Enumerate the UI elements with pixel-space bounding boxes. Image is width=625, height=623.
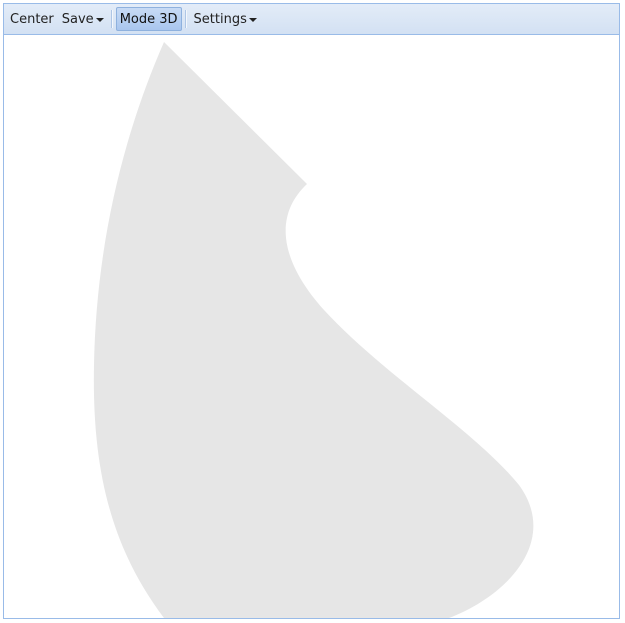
save-label: Save [61,11,94,27]
viewport-canvas[interactable] [4,35,619,618]
settings-menu-button[interactable]: Settings [190,7,261,31]
toolbar: Center Save Mode 3D Settings [4,4,619,35]
center-button[interactable]: Center [6,7,58,31]
chevron-down-icon [95,17,104,22]
mode-label: Mode 3D [119,11,178,27]
save-menu-button[interactable]: Save [58,7,108,31]
viewport-svg [93,42,534,618]
toolbar-separator [110,10,113,28]
center-label: Center [10,11,54,27]
mode-3d-toggle-button[interactable]: Mode 3D [115,7,182,31]
settings-label: Settings [193,11,247,27]
rendered-shape [93,42,534,618]
chevron-down-icon [248,17,257,22]
app-window: Center Save Mode 3D Settings [3,3,620,619]
toolbar-separator [184,10,187,28]
